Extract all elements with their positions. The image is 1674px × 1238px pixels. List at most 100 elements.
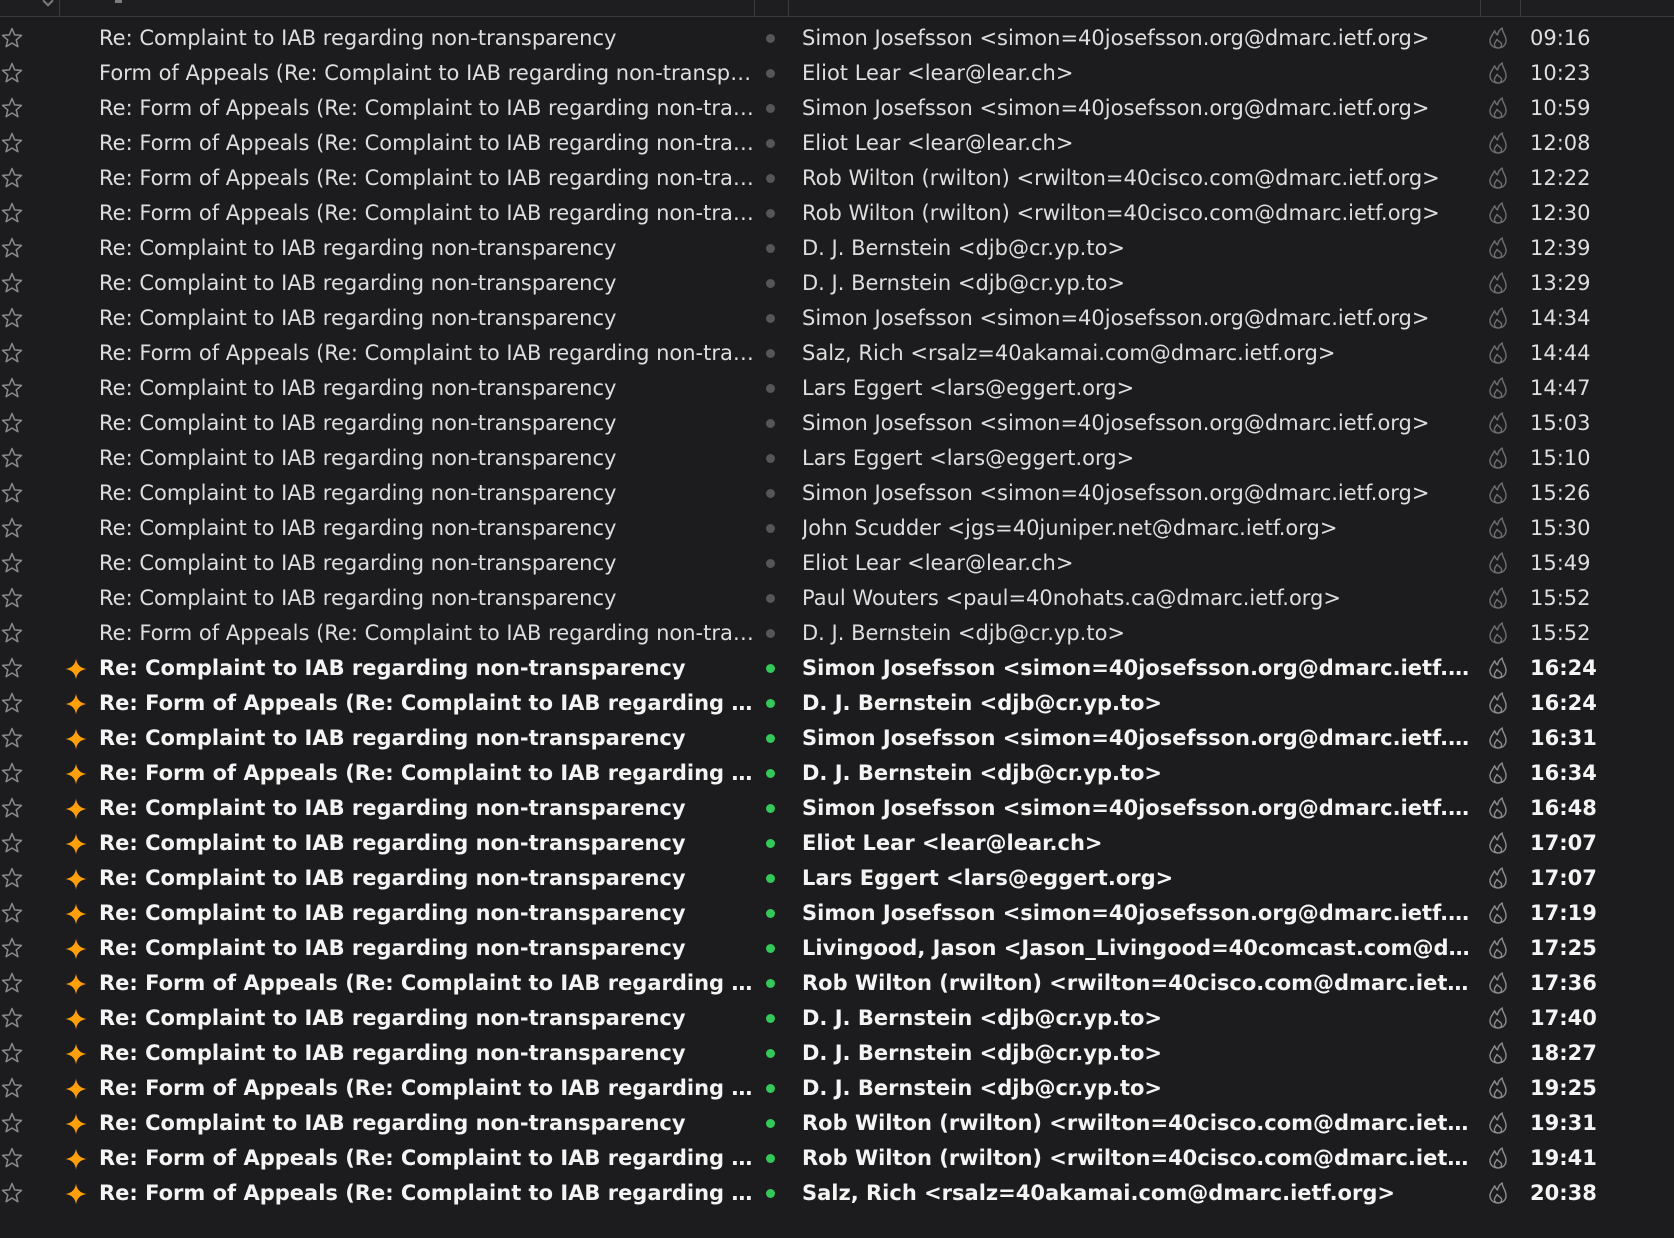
flame-icon[interactable] [1487, 336, 1511, 371]
read-status-dot-icon[interactable] [766, 126, 780, 161]
message-row[interactable]: Re: Complaint to IAB regarding non-trans… [0, 581, 1674, 616]
flame-icon[interactable] [1487, 161, 1511, 196]
message-row[interactable]: Re: Complaint to IAB regarding non-trans… [0, 441, 1674, 476]
message-row[interactable]: Re: Complaint to IAB regarding non-trans… [0, 896, 1674, 931]
flame-icon[interactable] [1487, 301, 1511, 336]
message-row[interactable]: Re: Form of Appeals (Re: Complaint to IA… [0, 161, 1674, 196]
star-icon[interactable] [0, 371, 26, 406]
unread-diamond-icon[interactable] [64, 1106, 88, 1141]
star-icon[interactable] [0, 231, 26, 266]
flame-icon[interactable] [1487, 441, 1511, 476]
message-row[interactable]: Re: Form of Appeals (Re: Complaint to IA… [0, 126, 1674, 161]
star-icon[interactable] [0, 1176, 26, 1211]
unread-diamond-icon[interactable] [64, 791, 88, 826]
read-status-dot-icon[interactable] [766, 546, 780, 581]
unread-diamond-icon[interactable] [64, 1176, 88, 1211]
star-icon[interactable] [0, 826, 26, 861]
flame-icon[interactable] [1487, 476, 1511, 511]
unread-diamond-icon[interactable] [64, 896, 88, 931]
flame-icon[interactable] [1487, 651, 1511, 686]
message-row[interactable]: Re: Complaint to IAB regarding non-trans… [0, 931, 1674, 966]
read-status-dot-icon[interactable] [766, 1036, 780, 1071]
read-status-dot-icon[interactable] [766, 266, 780, 301]
unread-diamond-icon[interactable] [64, 826, 88, 861]
flame-icon[interactable] [1487, 511, 1511, 546]
flame-icon[interactable] [1487, 826, 1511, 861]
read-status-dot-icon[interactable] [766, 756, 780, 791]
star-icon[interactable] [0, 896, 26, 931]
star-icon[interactable] [0, 406, 26, 441]
read-status-dot-icon[interactable] [766, 1071, 780, 1106]
read-status-dot-icon[interactable] [766, 441, 780, 476]
flame-icon[interactable] [1487, 231, 1511, 266]
read-status-dot-icon[interactable] [766, 966, 780, 1001]
unread-marker-slot[interactable] [64, 56, 88, 91]
read-status-dot-icon[interactable] [766, 476, 780, 511]
star-icon[interactable] [0, 91, 26, 126]
message-row[interactable]: Re: Form of Appeals (Re: Complaint to IA… [0, 196, 1674, 231]
unread-diamond-icon[interactable] [64, 686, 88, 721]
sort-arrow-icon[interactable] [42, 0, 54, 7]
star-icon[interactable] [0, 336, 26, 371]
unread-diamond-icon[interactable] [64, 966, 88, 1001]
star-icon[interactable] [0, 861, 26, 896]
message-row[interactable]: Re: Form of Appeals (Re: Complaint to IA… [0, 336, 1674, 371]
read-status-dot-icon[interactable] [766, 371, 780, 406]
flame-icon[interactable] [1487, 686, 1511, 721]
star-icon[interactable] [0, 616, 26, 651]
read-status-dot-icon[interactable] [766, 161, 780, 196]
message-row[interactable]: Re: Complaint to IAB regarding non-trans… [0, 826, 1674, 861]
unread-marker-slot[interactable] [64, 196, 88, 231]
flame-icon[interactable] [1487, 966, 1511, 1001]
flame-icon[interactable] [1487, 406, 1511, 441]
unread-diamond-icon[interactable] [64, 1141, 88, 1176]
flame-icon[interactable] [1487, 616, 1511, 651]
read-status-dot-icon[interactable] [766, 651, 780, 686]
unread-marker-slot[interactable] [64, 581, 88, 616]
read-status-dot-icon[interactable] [766, 861, 780, 896]
message-row[interactable]: Form of Appeals (Re: Complaint to IAB re… [0, 56, 1674, 91]
flame-icon[interactable] [1487, 1141, 1511, 1176]
flame-icon[interactable] [1487, 1001, 1511, 1036]
star-icon[interactable] [0, 721, 26, 756]
read-status-dot-icon[interactable] [766, 616, 780, 651]
unread-marker-slot[interactable] [64, 301, 88, 336]
read-status-dot-icon[interactable] [766, 91, 780, 126]
unread-diamond-icon[interactable] [64, 1071, 88, 1106]
unread-diamond-icon[interactable] [64, 861, 88, 896]
star-icon[interactable] [0, 301, 26, 336]
star-icon[interactable] [0, 196, 26, 231]
unread-marker-slot[interactable] [64, 476, 88, 511]
message-row[interactable]: Re: Complaint to IAB regarding non-trans… [0, 371, 1674, 406]
unread-diamond-icon[interactable] [64, 721, 88, 756]
message-row[interactable]: Re: Form of Appeals (Re: Complaint to IA… [0, 756, 1674, 791]
flame-icon[interactable] [1487, 196, 1511, 231]
star-icon[interactable] [0, 791, 26, 826]
star-icon[interactable] [0, 931, 26, 966]
column-separator[interactable] [1520, 0, 1521, 16]
read-status-dot-icon[interactable] [766, 1001, 780, 1036]
flame-icon[interactable] [1487, 91, 1511, 126]
unread-marker-slot[interactable] [64, 616, 88, 651]
message-row[interactable]: Re: Complaint to IAB regarding non-trans… [0, 1036, 1674, 1071]
message-row[interactable]: Re: Complaint to IAB regarding non-trans… [0, 231, 1674, 266]
read-status-dot-icon[interactable] [766, 336, 780, 371]
unread-diamond-icon[interactable] [64, 931, 88, 966]
unread-diamond-icon[interactable] [64, 1001, 88, 1036]
flame-icon[interactable] [1487, 721, 1511, 756]
read-status-dot-icon[interactable] [766, 56, 780, 91]
unread-marker-slot[interactable] [64, 21, 88, 56]
unread-marker-slot[interactable] [64, 231, 88, 266]
flame-icon[interactable] [1487, 266, 1511, 301]
read-status-dot-icon[interactable] [766, 1141, 780, 1176]
read-status-dot-icon[interactable] [766, 196, 780, 231]
flame-icon[interactable] [1487, 1176, 1511, 1211]
unread-marker-slot[interactable] [64, 161, 88, 196]
unread-marker-slot[interactable] [64, 91, 88, 126]
message-row[interactable]: Re: Form of Appeals (Re: Complaint to IA… [0, 91, 1674, 126]
unread-marker-slot[interactable] [64, 441, 88, 476]
star-icon[interactable] [0, 511, 26, 546]
star-icon[interactable] [0, 546, 26, 581]
message-row[interactable]: Re: Form of Appeals (Re: Complaint to IA… [0, 686, 1674, 721]
message-row[interactable]: Re: Complaint to IAB regarding non-trans… [0, 861, 1674, 896]
